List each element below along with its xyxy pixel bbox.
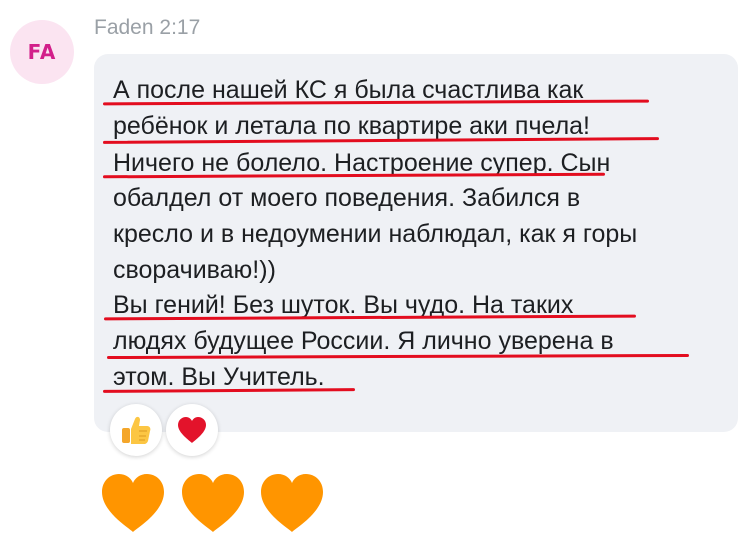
author-name[interactable]: Faden (94, 16, 154, 39)
orange-heart-icon (102, 474, 164, 532)
message-line: обалдел от моего поведения. Забился в (113, 184, 581, 212)
reaction-heart[interactable] (166, 404, 218, 456)
orange-heart-icon (182, 474, 244, 532)
avatar[interactable]: FA (10, 20, 74, 84)
reaction-thumbs-up[interactable] (110, 404, 162, 456)
heart-icon (178, 417, 206, 443)
orange-heart-icon (261, 474, 323, 532)
thumbs-up-icon (122, 416, 151, 444)
chat-message: FA Faden 2:17 А после нашей КС я была сч… (0, 0, 748, 544)
avatar-initials: FA (27, 40, 57, 64)
message-line: кресло и в недоумении наблюдал, как я го… (113, 220, 638, 248)
message-header: Faden 2:17 (94, 16, 200, 40)
message-line: сворачиваю!)) (113, 256, 276, 284)
message-time: 2:17 (159, 16, 201, 39)
